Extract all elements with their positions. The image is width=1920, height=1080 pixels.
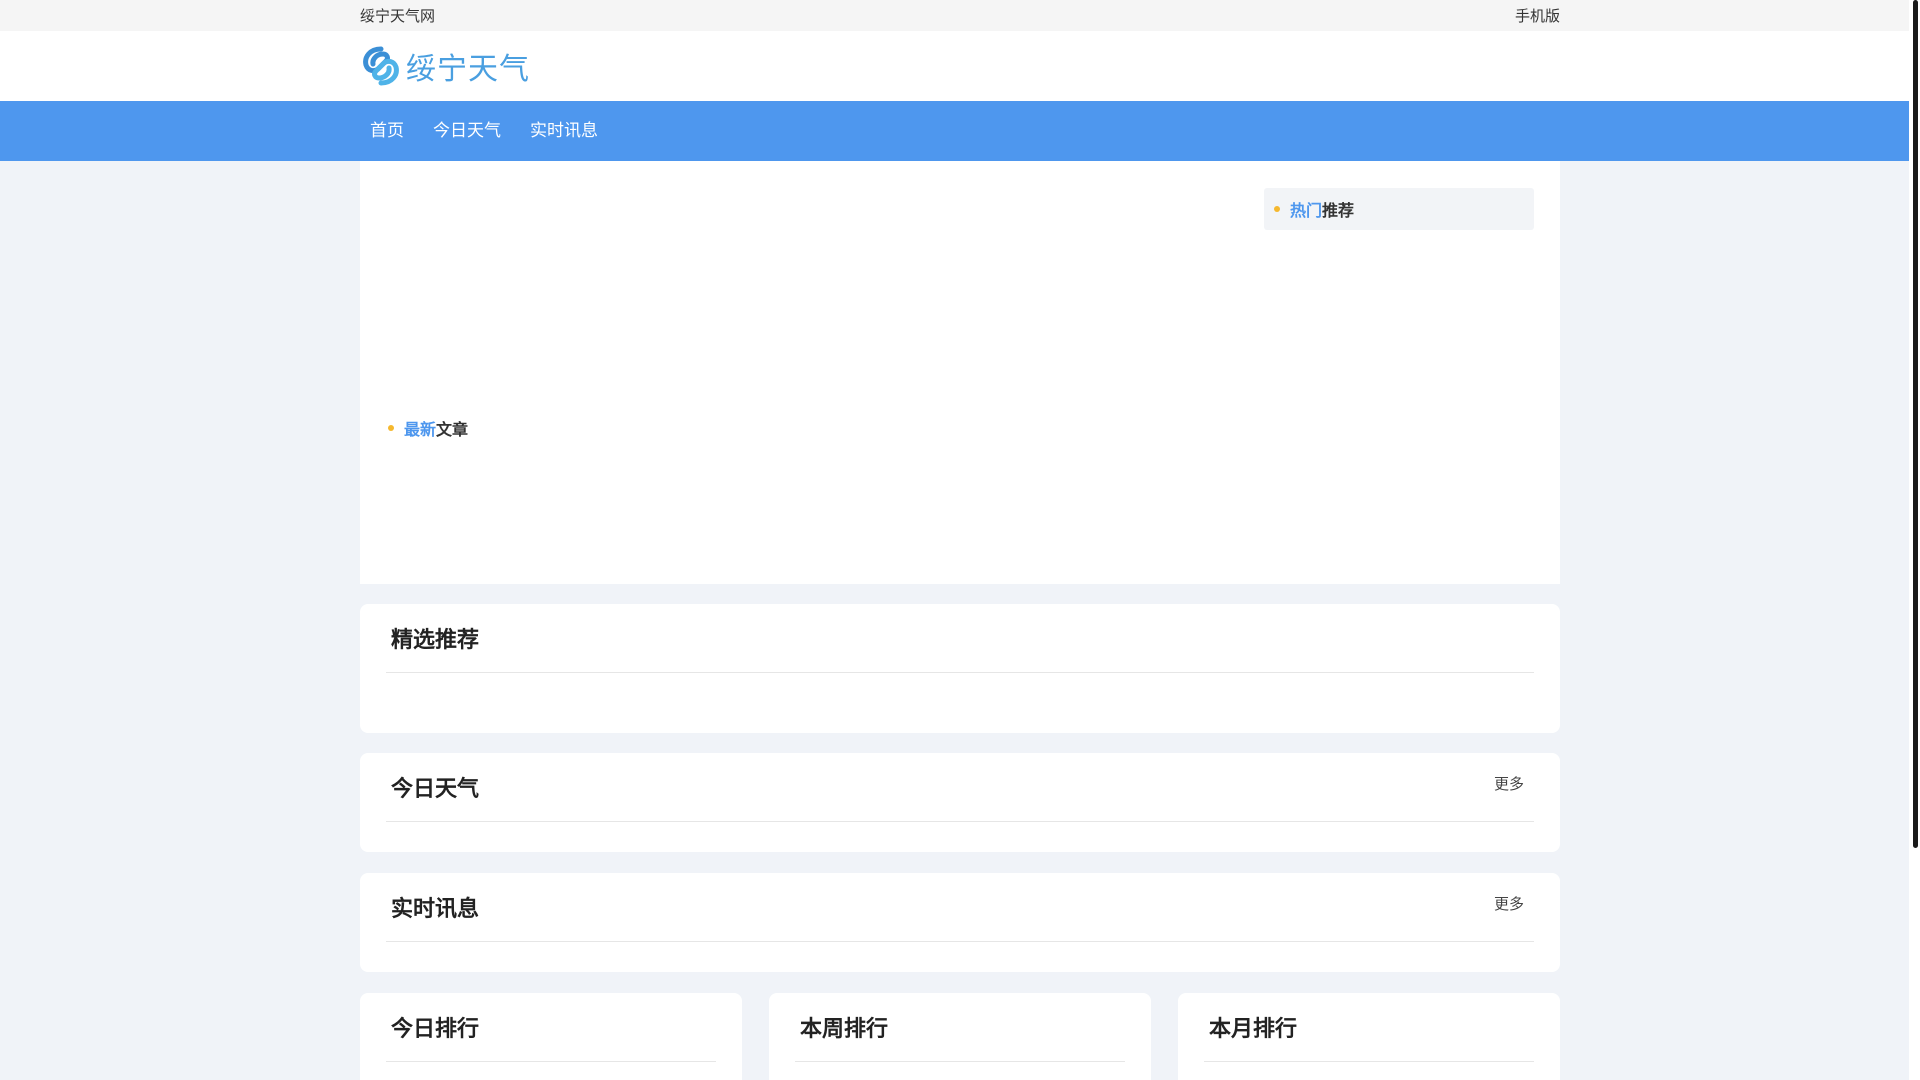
header: 绥宁天气	[0, 31, 1920, 101]
nav-item-today-weather[interactable]: 今日天气	[423, 101, 511, 161]
nav-item-live-news[interactable]: 实时讯息	[520, 101, 608, 161]
weekly-ranking: 本周排行	[769, 993, 1151, 1080]
section-title: 今日天气	[391, 777, 480, 802]
daily-ranking: 今日排行	[360, 993, 742, 1080]
more-link[interactable]: 更多	[1494, 893, 1524, 914]
latest-highlight: 最新	[404, 420, 437, 439]
today-weather-section: 今日天气 更多	[360, 753, 1560, 852]
main-nav: 首页 今日天气 实时讯息	[0, 101, 1920, 161]
section-title: 精选推荐	[391, 628, 480, 653]
mobile-version-link[interactable]: 手机版	[1515, 5, 1560, 26]
latest-rest: 文章	[436, 420, 469, 439]
site-logo[interactable]: 绥宁天气	[360, 44, 530, 88]
top-bar: 绥宁天气网 手机版	[0, 0, 1920, 31]
more-link[interactable]: 更多	[1494, 773, 1524, 794]
logo-text: 绥宁天气	[406, 52, 530, 87]
site-name-link[interactable]: 绥宁天气网	[360, 5, 435, 26]
latest-articles-header: 最新 文章	[388, 416, 468, 440]
page: 绥宁天气网 手机版 绥宁天气 首页 今日天气 实时讯息 热门 推荐 最新 文章 …	[0, 0, 1920, 1080]
main-content: 热门 推荐 最新 文章 精选推荐 今日天气 更多 实时讯息 更多 今日排行 本周…	[360, 161, 1560, 1080]
section-title: 实时讯息	[391, 897, 480, 922]
ranking-title: 本周排行	[800, 1017, 889, 1042]
scrollbar-thumb[interactable]	[1913, 0, 1918, 848]
logo-swirl-icon	[363, 46, 399, 86]
hot-recommend-header: 热门 推荐	[1264, 188, 1534, 230]
ranking-title: 今日排行	[391, 1017, 480, 1042]
live-news-section: 实时讯息 更多	[360, 873, 1560, 972]
rankings-row: 今日排行 本周排行 本月排行	[360, 993, 1560, 1080]
bullet-dot-icon	[1274, 206, 1280, 212]
bullet-dot-icon	[388, 425, 394, 431]
vertical-scrollbar[interactable]	[1909, 0, 1920, 1080]
nav-item-home[interactable]: 首页	[360, 101, 414, 161]
hero-panel: 热门 推荐 最新 文章	[360, 161, 1560, 584]
monthly-ranking: 本月排行	[1178, 993, 1560, 1080]
ranking-title: 本月排行	[1209, 1017, 1298, 1042]
hot-highlight: 热门	[1290, 201, 1323, 220]
featured-section: 精选推荐	[360, 604, 1560, 733]
hot-rest: 推荐	[1322, 201, 1355, 220]
